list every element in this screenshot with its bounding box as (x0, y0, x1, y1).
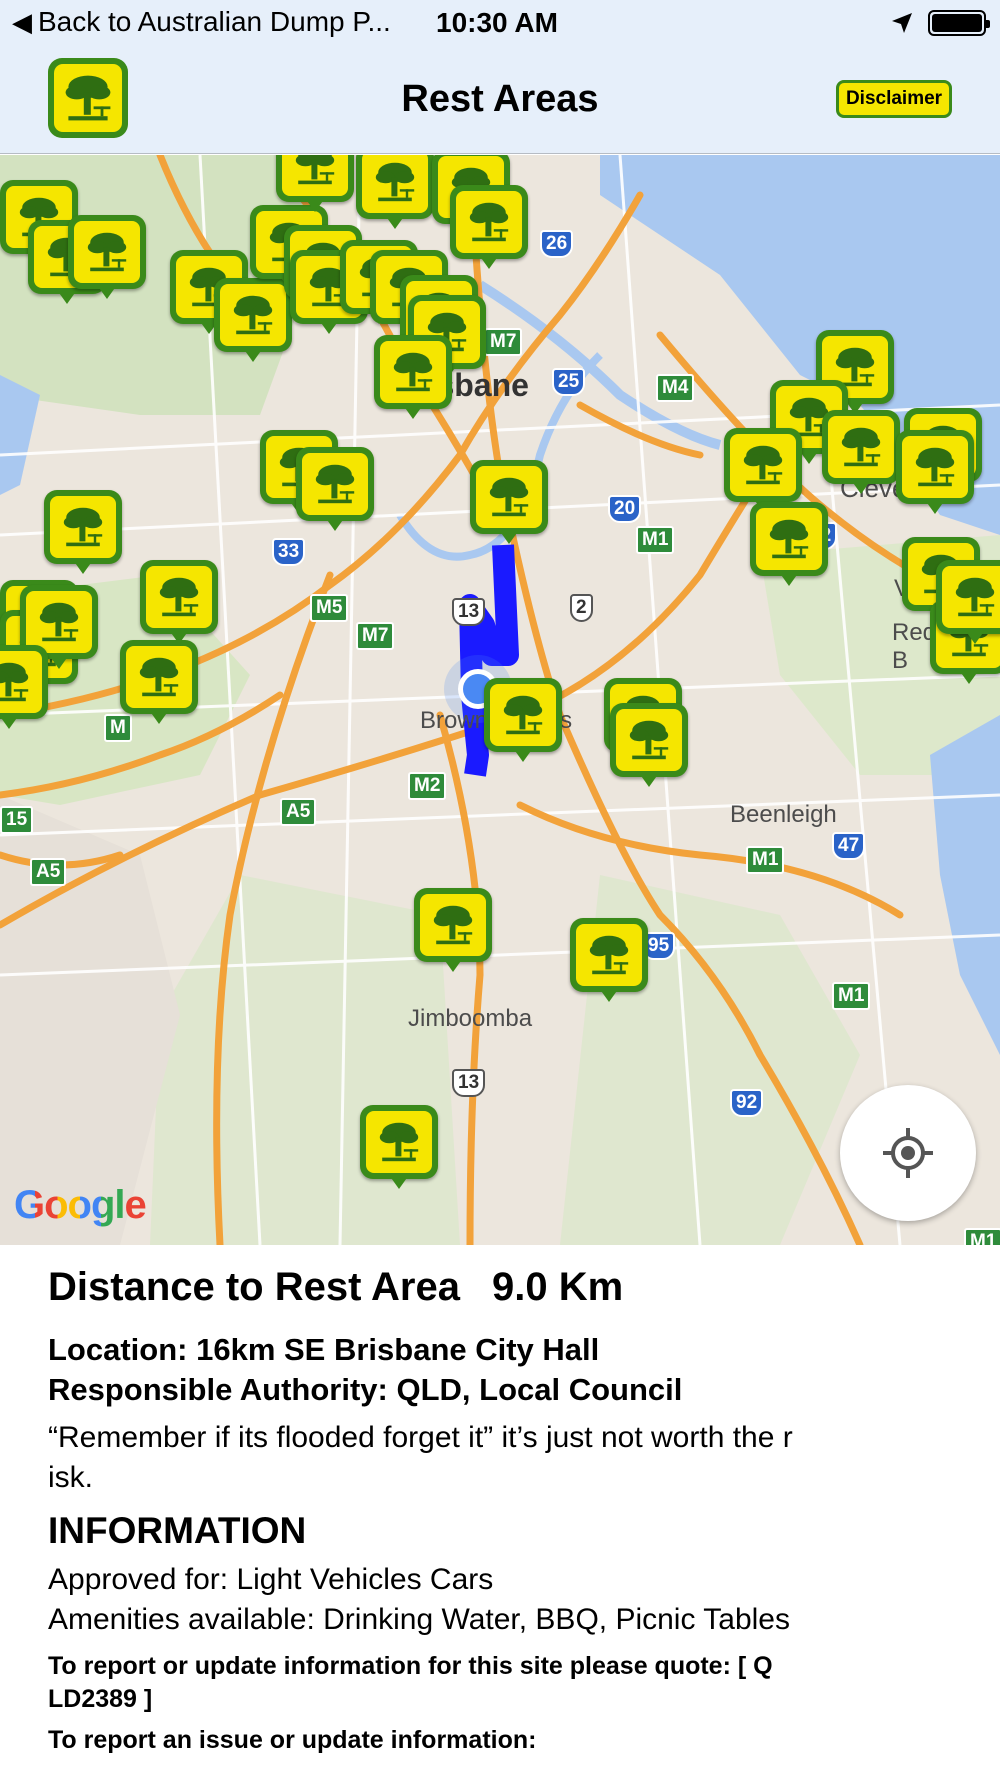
route-shield-r2: 2 (570, 594, 593, 622)
route-shield-a5a: A5 (280, 798, 317, 826)
route-shield-m7a: M7 (484, 328, 523, 356)
note-line-2: isk. (48, 1461, 93, 1494)
rest-area-tree-icon[interactable] (0, 645, 48, 731)
route-shield-m1c: M1 (832, 982, 871, 1010)
distance-value: 9.0 Km (492, 1265, 624, 1309)
route-shield-r47: 47 (832, 832, 866, 860)
route-shield-m1b: M1 (746, 846, 785, 874)
disclaimer-button[interactable]: Disclaimer (836, 80, 952, 118)
rest-area-tree-icon[interactable] (936, 560, 1000, 646)
rest-area-details: Distance to Rest Area 9.0 Km Location: 1… (48, 1265, 968, 1757)
amenities-text: Amenities available: Drinking Water, BBQ… (48, 1603, 790, 1636)
rest-area-tree-icon[interactable] (374, 335, 452, 421)
crosshair-icon (883, 1128, 933, 1178)
route-shield-m1a: M1 (636, 526, 675, 554)
route-shield-r13a: 13 (452, 598, 486, 626)
back-chevron-icon: ◀ (12, 6, 32, 37)
approved-for-text: Approved for: Light Vehicles Cars (48, 1563, 494, 1596)
navigation-bar: Rest Areas Disclaimer (0, 48, 1000, 154)
map-label-jimboomba: Jimboomba (408, 1005, 533, 1032)
route-shield-r20: 20 (608, 495, 642, 523)
rest-area-tree-icon[interactable] (470, 460, 548, 546)
google-attribution: Google (14, 1183, 147, 1227)
status-bar: ◀ Back to Australian Dump P... 10:30 AM (0, 0, 1000, 48)
rest-area-tree-icon[interactable] (570, 918, 648, 1004)
map-view[interactable]: Brisbane Cleveland Browns Plains Beenlei… (0, 155, 1000, 1245)
rest-area-tree-icon[interactable] (750, 502, 828, 588)
status-indicators (890, 10, 990, 36)
authority-text: Responsible Authority: QLD, Local Counci… (48, 1372, 683, 1407)
route-shield-r15: 15 (0, 806, 34, 834)
rest-area-tree-icon[interactable] (450, 185, 528, 271)
distance-label: Distance to Rest Area (48, 1265, 460, 1309)
information-heading: INFORMATION (48, 1510, 307, 1551)
rest-area-tree-icon[interactable] (44, 490, 122, 576)
location-arrow-icon (892, 13, 912, 33)
report-issue-text[interactable]: To report an issue or update information… (48, 1724, 968, 1757)
route-shield-m2: M2 (408, 772, 447, 800)
route-shield-m1d: M1 (964, 1228, 1000, 1245)
rest-area-tree-icon[interactable] (414, 888, 492, 974)
rest-area-tree-icon[interactable] (360, 1105, 438, 1191)
my-location-button[interactable] (840, 1085, 976, 1221)
route-shield-r26: 26 (540, 230, 574, 258)
map-label-beenleigh: Beenleigh (730, 801, 837, 828)
rest-area-tree-icon[interactable] (276, 155, 354, 214)
report-quote-line-2: LD2389 ] (48, 1685, 153, 1713)
route-shield-m5: M5 (310, 594, 349, 622)
note-line-1: “Remember if its flooded forget it” it’s… (48, 1421, 793, 1454)
route-shield-r25: 25 (552, 368, 586, 396)
route-shield-r92: 92 (730, 1089, 764, 1117)
rest-area-tree-icon[interactable] (822, 410, 900, 496)
route-shield-a5b: A5 (30, 858, 67, 886)
rest-area-tree-icon[interactable] (120, 640, 198, 726)
location-text: Location: 16km SE Brisbane City Hall (48, 1332, 600, 1367)
status-time: 10:30 AM (436, 7, 558, 38)
route-shield-r33: 33 (272, 538, 306, 566)
back-to-app-link[interactable]: ◀ Back to Australian Dump P... (12, 6, 391, 38)
rest-area-tree-icon[interactable] (896, 430, 974, 516)
battery-icon (928, 10, 990, 36)
distance-row: Distance to Rest Area 9.0 Km (48, 1265, 968, 1310)
rest-area-tree-icon[interactable] (68, 215, 146, 301)
route-shield-r13b: 13 (452, 1069, 486, 1097)
rest-area-tree-icon[interactable] (296, 447, 374, 533)
rest-area-tree-icon[interactable] (356, 155, 434, 231)
rest-area-tree-icon[interactable] (484, 678, 562, 764)
route-shield-m4: M4 (656, 374, 695, 402)
back-label: Back to Australian Dump P... (38, 6, 391, 37)
report-quote-line-1: To report or update information for this… (48, 1652, 773, 1680)
rest-area-tree-icon[interactable] (140, 560, 218, 646)
rest-area-tree-icon[interactable] (610, 703, 688, 789)
route-shield-m7b: M7 (356, 622, 395, 650)
